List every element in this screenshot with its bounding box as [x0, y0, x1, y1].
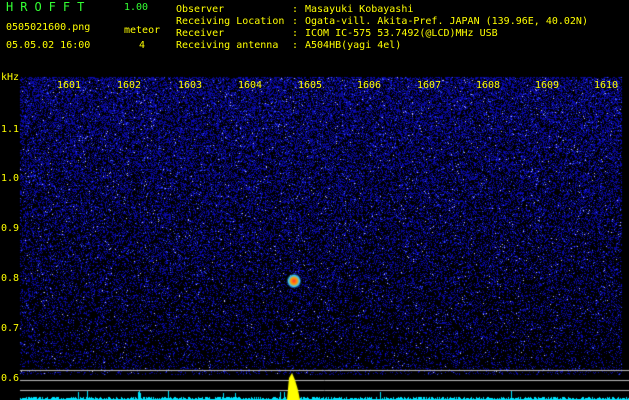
y-tick-label: 0.7: [1, 323, 20, 334]
location-value: Ogata-vill. Akita-Pref. JAPAN (139.96E, …: [305, 16, 588, 27]
y-tick-label: 1.0: [1, 173, 20, 184]
location-label: Receiving Location: [176, 16, 285, 27]
date-time: 05.05.02 16:00: [6, 40, 91, 51]
x-tick-label: 1606: [357, 80, 382, 91]
x-tick-label: 1601: [57, 80, 82, 91]
y-unit-label: kHz: [1, 72, 20, 83]
receiver-colon: :: [292, 28, 299, 39]
header-panel: HROFFT 1.00 0505021600.png meteor 05.05.…: [0, 0, 629, 75]
app-title: HROFFT: [6, 0, 92, 14]
y-tick-label: 1.1: [1, 124, 20, 135]
meteor-count: 4: [139, 40, 146, 51]
x-tick-label: 1605: [298, 80, 323, 91]
x-tick-label: 1610: [594, 80, 619, 91]
y-tick-label: 0.8: [1, 273, 20, 284]
meteor-label: meteor: [124, 25, 161, 36]
file-name: 0505021600.png: [6, 22, 91, 33]
y-tick-label: 0.6: [1, 373, 20, 384]
receiver-value: ICOM IC-575 53.7492(@LCD)MHz USB: [305, 28, 498, 39]
antenna-label: Receiving antenna: [176, 40, 279, 51]
x-tick-label: 1607: [417, 80, 442, 91]
observer-label: Observer: [176, 4, 225, 15]
spectrogram-plot: [0, 75, 629, 400]
location-colon: :: [292, 16, 299, 27]
y-tick-label: 0.9: [1, 223, 20, 234]
x-tick-label: 1604: [238, 80, 263, 91]
antenna-value: A504HB(yagi 4el): [305, 40, 402, 51]
observer-colon: :: [292, 4, 299, 15]
x-tick-label: 1608: [476, 80, 501, 91]
receiver-label: Receiver: [176, 28, 225, 39]
app-version: 1.00: [124, 2, 149, 13]
x-tick-label: 1603: [178, 80, 203, 91]
x-tick-label: 1602: [117, 80, 142, 91]
observer-value: Masayuki Kobayashi: [305, 4, 414, 15]
antenna-colon: :: [292, 40, 299, 51]
x-tick-label: 1609: [535, 80, 560, 91]
